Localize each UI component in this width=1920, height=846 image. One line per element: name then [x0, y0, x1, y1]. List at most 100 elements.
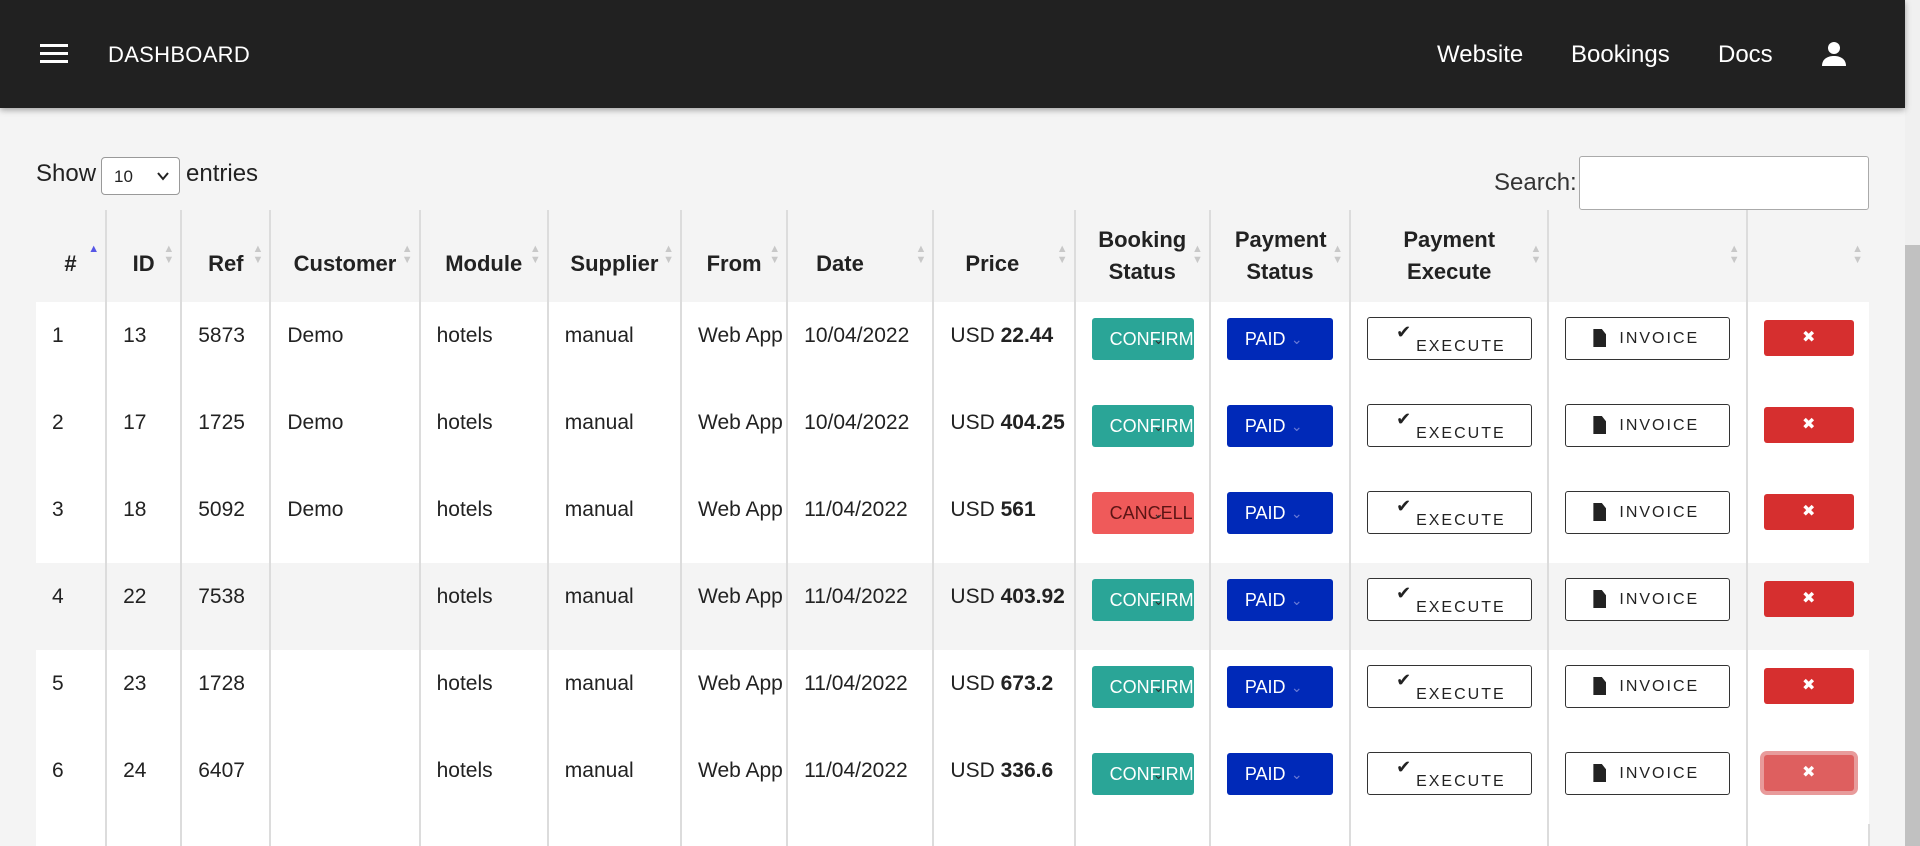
invoice-button[interactable]: INVOICE: [1565, 491, 1731, 534]
delete-button[interactable]: ✖: [1763, 407, 1854, 443]
delete-button[interactable]: ✖: [1763, 755, 1854, 791]
col-header-from[interactable]: From ▲ ▼: [681, 210, 789, 302]
cell-cutoff: [681, 824, 789, 846]
cross-icon: ✖: [1801, 329, 1816, 346]
booking-status-dropdown[interactable]: CONFIRMED⌄: [1091, 666, 1194, 708]
entries-per-page-select[interactable]: 10: [101, 157, 180, 195]
payment-status-dropdown[interactable]: PAID ⌄: [1226, 318, 1333, 360]
col-header-id[interactable]: ID ▲ ▼: [106, 210, 183, 302]
col-header-payment-status[interactable]: Payment Status ▲ ▼: [1209, 210, 1352, 302]
invoice-button[interactable]: INVOICE: [1565, 317, 1731, 360]
col-header-customer[interactable]: Customer ▲ ▼: [270, 210, 421, 302]
sort-arrows-icon: ▲ ▼: [1530, 243, 1542, 266]
cell-module: hotels: [419, 563, 549, 650]
page-scrollbar-thumb[interactable]: [1905, 245, 1920, 846]
execute-button[interactable]: ✔ EXECUTE: [1367, 491, 1533, 534]
execute-button[interactable]: ✔ EXECUTE: [1367, 578, 1533, 621]
payment-status-dropdown[interactable]: PAID ⌄: [1226, 753, 1333, 795]
document-icon: [1593, 329, 1607, 347]
booking-status-dropdown[interactable]: CONFIRMED⌄: [1091, 318, 1194, 360]
cell-num: 2: [36, 389, 108, 476]
cell-cutoff: [547, 824, 683, 846]
delete-button[interactable]: ✖: [1763, 668, 1854, 704]
delete-button[interactable]: ✖: [1763, 494, 1854, 530]
payment-status-label: PAID: [1244, 677, 1286, 697]
booking-status-label: CONFIRMED: [1109, 677, 1194, 697]
cell-price: USD 404.25: [933, 389, 1076, 476]
cell-payment-status: PAID ⌄: [1209, 476, 1352, 563]
entries-select-value: 10: [114, 167, 133, 186]
cell-module: hotels: [419, 476, 549, 563]
checkmark-icon: ✔: [1396, 583, 1412, 603]
cell-num: 6: [36, 737, 108, 824]
document-icon: [1593, 503, 1607, 521]
cell-from: Web App: [681, 737, 789, 824]
payment-status-dropdown[interactable]: PAID ⌄: [1226, 579, 1333, 621]
cell-price: USD 336.6: [933, 737, 1076, 824]
col-header-invoice[interactable]: ▲ ▼: [1548, 210, 1748, 302]
document-icon: [1593, 590, 1607, 608]
col-header-num[interactable]: # ▲: [36, 210, 108, 302]
brand-title[interactable]: DASHBOARD: [108, 42, 250, 68]
payment-status-dropdown[interactable]: PAID ⌄: [1226, 666, 1333, 708]
booking-status-dropdown[interactable]: CANCELLED⌄: [1091, 492, 1194, 534]
cell-num: 1: [36, 302, 108, 389]
cell-id: 24: [106, 737, 183, 824]
booking-status-dropdown[interactable]: CONFIRMED⌄: [1091, 579, 1194, 621]
booking-status-dropdown[interactable]: CONFIRMED⌄: [1091, 753, 1194, 795]
user-account-icon[interactable]: [1818, 38, 1850, 70]
cell-date: 11/04/2022: [787, 563, 935, 650]
cell-cutoff: [1350, 824, 1550, 846]
checkmark-icon: ✔: [1396, 496, 1412, 516]
execute-label: EXECUTE: [1416, 425, 1506, 442]
col-header-payment-execute[interactable]: Payment Execute ▲ ▼: [1350, 210, 1550, 302]
delete-button[interactable]: ✖: [1763, 581, 1854, 617]
booking-status-label: CONFIRMED: [1109, 764, 1194, 784]
payment-status-dropdown[interactable]: PAID ⌄: [1226, 492, 1333, 534]
cell-payment-status: PAID ⌄: [1209, 737, 1352, 824]
document-icon: [1593, 677, 1607, 695]
col-header-price[interactable]: Price ▲ ▼: [933, 210, 1076, 302]
sort-arrows-icon: ▲ ▼: [1191, 243, 1203, 266]
col-header-action[interactable]: ▲ ▼: [1746, 210, 1869, 302]
invoice-button[interactable]: INVOICE: [1565, 752, 1731, 795]
cell-invoice: INVOICE: [1548, 737, 1748, 824]
cross-icon: ✖: [1801, 677, 1816, 694]
delete-button[interactable]: ✖: [1763, 320, 1854, 356]
nav-docs[interactable]: Docs: [1718, 41, 1773, 69]
col-header-booking-status[interactable]: Booking Status ▲ ▼: [1074, 210, 1211, 302]
cell-invoice: INVOICE: [1548, 302, 1748, 389]
cell-customer: Demo: [270, 389, 421, 476]
cell-booking-status: CANCELLED⌄: [1074, 476, 1211, 563]
price-currency: USD: [950, 324, 995, 347]
cell-supplier: manual: [547, 476, 683, 563]
invoice-button[interactable]: INVOICE: [1565, 665, 1731, 708]
search-input[interactable]: [1579, 156, 1869, 210]
col-header-date[interactable]: Date ▲ ▼: [787, 210, 935, 302]
price-currency: USD: [950, 585, 995, 608]
execute-button[interactable]: ✔ EXECUTE: [1367, 404, 1533, 447]
hamburger-menu-icon[interactable]: [40, 44, 68, 66]
col-header-module[interactable]: Module ▲ ▼: [419, 210, 549, 302]
cell-supplier: manual: [547, 737, 683, 824]
invoice-button[interactable]: INVOICE: [1565, 404, 1731, 447]
cell-customer: [270, 563, 421, 650]
sort-arrows-icon: ▲ ▼: [1852, 243, 1863, 266]
table-row: 5 23 1728 hotels manual Web App 11/04/2022 USD …: [36, 650, 1869, 737]
cell-customer: Demo: [270, 302, 421, 389]
booking-status-dropdown[interactable]: CONFIRMED⌄: [1091, 405, 1194, 447]
execute-button[interactable]: ✔ EXECUTE: [1367, 317, 1533, 360]
cell-id: 13: [106, 302, 183, 389]
nav-bookings[interactable]: Bookings: [1571, 41, 1670, 69]
invoice-label: INVOICE: [1619, 330, 1700, 347]
table-row: 3 18 5092 Demo hotels manual Web App 11/04/2022…: [36, 476, 1869, 563]
invoice-button[interactable]: INVOICE: [1565, 578, 1731, 621]
col-header-ref[interactable]: Ref ▲ ▼: [181, 210, 272, 302]
col-header-supplier[interactable]: Supplier ▲ ▼: [547, 210, 683, 302]
payment-status-dropdown[interactable]: PAID ⌄: [1226, 405, 1333, 447]
cell-num: 5: [36, 650, 108, 737]
execute-button[interactable]: ✔ EXECUTE: [1367, 752, 1533, 795]
nav-website[interactable]: Website: [1437, 41, 1523, 69]
cell-date: 10/04/2022: [787, 389, 935, 476]
execute-button[interactable]: ✔ EXECUTE: [1367, 665, 1533, 708]
